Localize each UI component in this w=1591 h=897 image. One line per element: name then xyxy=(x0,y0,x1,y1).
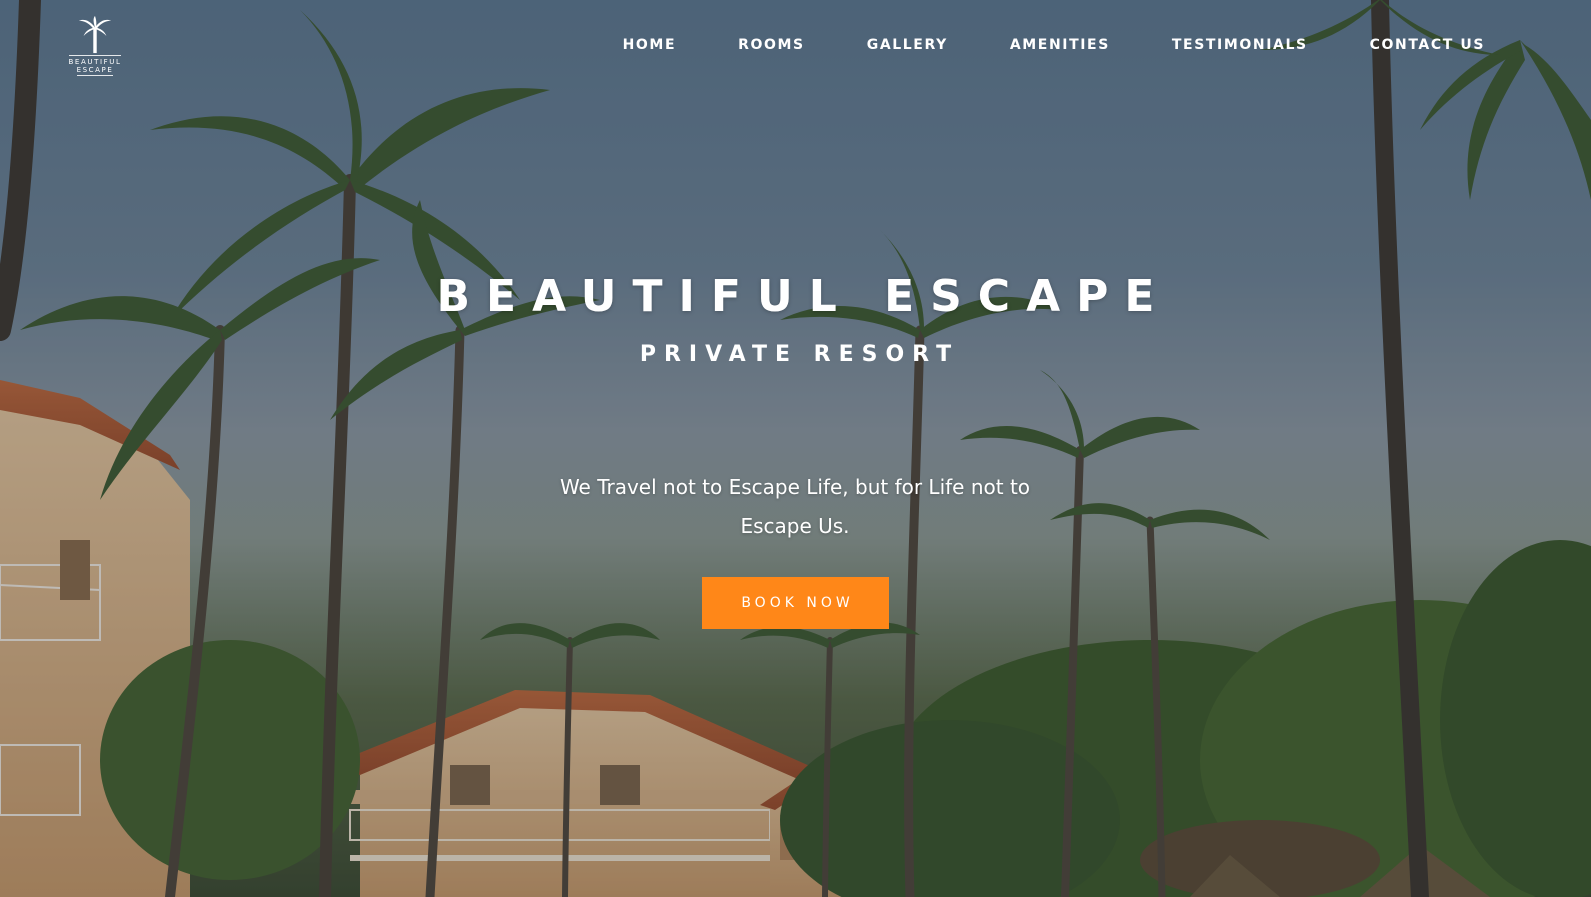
hero-overlay xyxy=(0,0,1591,897)
logo-text-line-1: BEAUTIFUL xyxy=(68,55,122,66)
nav-item-rooms[interactable]: ROOMS xyxy=(738,36,805,54)
book-now-button[interactable]: BOOK NOW xyxy=(702,577,889,629)
main-navigation: HOME ROOMS GALLERY AMENITIES TESTIMONIAL… xyxy=(561,36,1485,54)
nav-item-testimonials[interactable]: TESTIMONIALS xyxy=(1172,36,1308,54)
nav-item-gallery[interactable]: GALLERY xyxy=(867,36,948,54)
palm-tree-icon xyxy=(78,16,112,54)
hero-title: BEAUTIFUL ESCAPE xyxy=(436,271,1171,322)
hero-tagline: We Travel not to Escape Life, but for Li… xyxy=(559,475,1031,538)
hero-section: BEAUTIFUL ESCAPE HOME ROOMS GALLERY AMEN… xyxy=(0,0,1591,897)
nav-item-amenities[interactable]: AMENITIES xyxy=(1010,36,1110,54)
nav-item-home[interactable]: HOME xyxy=(623,36,677,54)
logo-text-line-2: ESCAPE xyxy=(76,66,114,76)
brand-logo[interactable]: BEAUTIFUL ESCAPE xyxy=(62,16,128,76)
hero-subtitle: PRIVATE RESORT xyxy=(639,342,960,367)
nav-item-contact-us[interactable]: CONTACT US xyxy=(1370,36,1485,54)
